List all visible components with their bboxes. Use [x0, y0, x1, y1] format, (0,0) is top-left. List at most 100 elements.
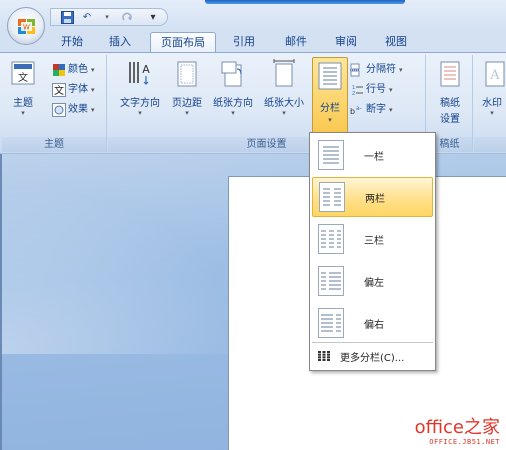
chevron-down-icon: ▾ — [21, 109, 25, 117]
svg-text:文: 文 — [54, 84, 64, 97]
save-icon[interactable] — [59, 9, 75, 25]
paper-size-icon — [273, 59, 295, 87]
svg-text:A: A — [489, 68, 500, 83]
svg-text:2: 2 — [352, 91, 355, 97]
menu-item-label: 一栏 — [364, 151, 384, 163]
chevron-down-icon: ▾ — [490, 109, 494, 117]
chevron-down-icon: ▾ — [231, 109, 235, 117]
themes-label: 主题 — [13, 98, 33, 109]
chevron-down-icon: ▾ — [91, 106, 95, 114]
tab-home[interactable]: 开始 — [54, 32, 90, 52]
watermark-logo: office之家 — [414, 417, 500, 438]
more-columns-icon — [318, 351, 330, 361]
menu-item-label: 两栏 — [365, 193, 385, 205]
tab-view[interactable]: 视图 — [378, 32, 414, 52]
size-button[interactable]: 纸张大小 ▾ — [258, 59, 310, 118]
left-column-icon — [318, 266, 344, 296]
office-logo-icon: W — [18, 19, 35, 34]
customize-qat-icon[interactable]: ▾ — [145, 9, 161, 25]
chevron-down-icon: ▾ — [389, 106, 393, 114]
line-numbers-icon: 12 — [352, 85, 363, 97]
theme-fonts-label: 字体 — [68, 84, 88, 95]
svg-text:a-: a- — [356, 105, 362, 112]
site-watermark: office之家 OFFICE.JB51.NET — [414, 417, 500, 447]
tab-review[interactable]: 审阅 — [328, 32, 364, 52]
svg-text:W: W — [23, 24, 30, 32]
undo-dropdown-icon[interactable]: ▾ — [99, 9, 115, 25]
menu-separator — [312, 342, 433, 343]
margins-icon — [177, 61, 197, 87]
watermark-button[interactable]: A 水印 ▾ — [476, 59, 506, 118]
redo-icon[interactable] — [119, 9, 135, 25]
chevron-down-icon: ▾ — [389, 86, 393, 94]
orientation-button[interactable]: 纸张方向 ▾ — [208, 59, 258, 118]
orientation-label: 纸张方向 — [213, 98, 253, 109]
columns-button[interactable]: 分栏 ▾ — [312, 57, 348, 137]
line-numbers-button[interactable]: 12 行号 ▾ — [350, 81, 393, 99]
menu-item-one-column[interactable]: 一栏 — [312, 135, 433, 175]
breaks-label: 分隔符 — [366, 64, 396, 75]
tab-page-layout[interactable]: 页面布局 — [150, 32, 216, 52]
hyphenation-button[interactable]: b a- 断字 ▾ — [350, 101, 393, 119]
theme-effects-button[interactable]: 效果 ▾ — [52, 101, 95, 119]
chevron-down-icon: ▾ — [399, 66, 403, 74]
hyphenation-icon: b a- — [350, 105, 362, 116]
menu-item-three-columns[interactable]: 三栏 — [312, 219, 433, 259]
draft-paper-icon — [440, 61, 460, 87]
tab-mailings[interactable]: 邮件 — [278, 32, 314, 52]
title-accent — [205, 0, 405, 4]
group-themes: 文 主题 ▾ 颜色 ▾ 文 字体 ▾ 效果 ▾ 主题 — [2, 55, 107, 152]
themes-icon: 文 — [11, 61, 35, 85]
menu-item-more-columns[interactable]: 更多分栏(C)... — [312, 345, 433, 367]
columns-label: 分栏 — [320, 103, 340, 114]
tab-insert[interactable]: 插入 — [102, 32, 138, 52]
theme-colors-label: 颜色 — [68, 64, 88, 75]
undo-icon[interactable]: ↶ — [79, 9, 95, 25]
text-direction-icon: A — [129, 62, 150, 85]
margins-button[interactable]: 页边距 ▾ — [166, 59, 208, 118]
window-edge — [0, 154, 2, 450]
menu-item-two-columns[interactable]: 两栏 — [312, 177, 433, 217]
group-themes-label: 主题 — [2, 137, 106, 152]
paper-settings-button[interactable]: 稿纸 设置 — [429, 59, 471, 125]
office-button[interactable]: W — [7, 7, 45, 45]
breaks-button[interactable]: 分隔符 ▾ — [350, 61, 403, 79]
svg-text:b: b — [350, 107, 355, 116]
hyphenation-label: 断字 — [366, 104, 386, 115]
menu-item-right[interactable]: 偏右 — [312, 303, 433, 343]
size-label: 纸张大小 — [264, 98, 304, 109]
paper-settings-label-2: 设置 — [440, 114, 460, 125]
columns-icon — [318, 62, 342, 90]
group-page-background-label — [474, 137, 506, 152]
chevron-down-icon: ▾ — [138, 109, 142, 117]
menu-item-label: 三栏 — [364, 235, 384, 247]
margins-label: 页边距 — [172, 98, 202, 109]
three-columns-icon — [318, 224, 344, 254]
tab-references[interactable]: 引用 — [226, 32, 262, 52]
orientation-icon — [221, 61, 242, 87]
two-columns-icon — [319, 182, 345, 212]
watermark-url: OFFICE.JB51.NET — [429, 438, 500, 446]
ribbon-tabs: 开始 插入 页面布局 引用 邮件 审阅 视图 — [0, 30, 506, 52]
watermark-label: 水印 — [482, 98, 502, 109]
menu-item-label: 偏右 — [364, 319, 384, 331]
one-column-icon — [318, 140, 344, 170]
theme-effects-label: 效果 — [68, 104, 88, 115]
chevron-down-icon: ▾ — [328, 116, 332, 124]
svg-text:A: A — [142, 63, 150, 76]
menu-item-label: 更多分栏(C)... — [340, 352, 405, 364]
menu-item-left[interactable]: 偏左 — [312, 261, 433, 301]
fonts-icon: 文 — [52, 83, 66, 97]
chevron-down-icon: ▾ — [185, 109, 189, 117]
text-direction-label: 文字方向 — [120, 98, 160, 109]
svg-text:文: 文 — [18, 71, 28, 84]
theme-fonts-button[interactable]: 文 字体 ▾ — [52, 81, 95, 99]
menu-item-label: 偏左 — [364, 277, 384, 289]
breaks-icon — [350, 63, 360, 77]
themes-button[interactable]: 文 主题 ▾ — [6, 59, 40, 118]
chevron-down-icon: ▾ — [91, 66, 95, 74]
paper-settings-label-1: 稿纸 — [440, 98, 460, 109]
text-direction-button[interactable]: A 文字方向 ▾ — [116, 59, 164, 118]
group-page-background: A 水印 ▾ — [474, 55, 506, 152]
theme-colors-button[interactable]: 颜色 ▾ — [52, 61, 95, 79]
